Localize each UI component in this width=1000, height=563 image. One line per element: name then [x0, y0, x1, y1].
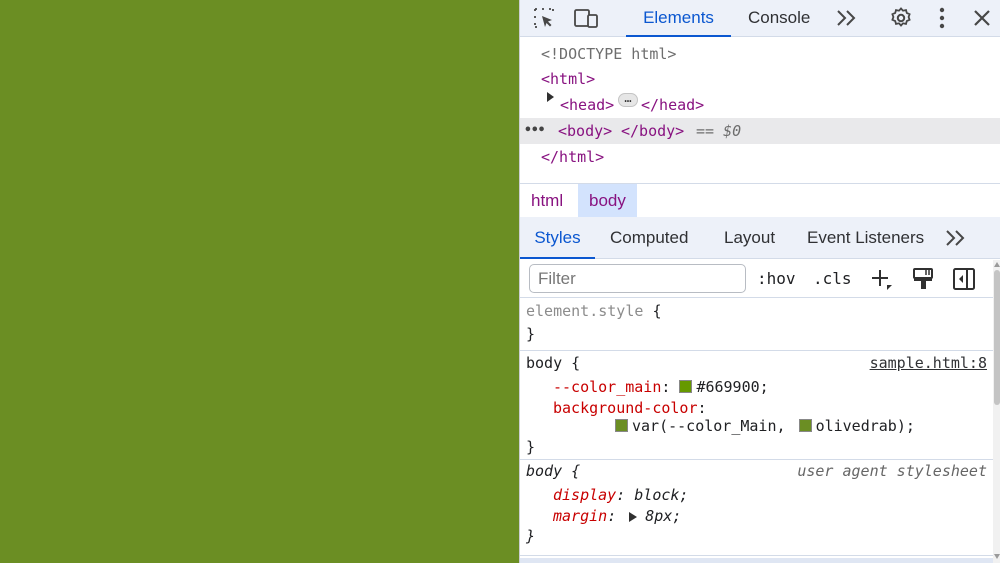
tab-styles[interactable]: Styles	[520, 217, 595, 259]
body-style-rule: body { sample.html:8 --color_main: #6699…	[520, 351, 993, 460]
more-panes-icon[interactable]	[941, 224, 969, 252]
page-viewport	[0, 0, 519, 563]
var-function-value[interactable]: var(--color_Main,	[632, 417, 786, 435]
tab-computed[interactable]: Computed	[610, 217, 688, 259]
rule-open-brace: {	[571, 462, 581, 480]
selected-node-ref: == $0	[696, 122, 742, 140]
property-value[interactable]: 8px;	[645, 507, 681, 525]
filter-input[interactable]	[529, 264, 746, 293]
element-style-selector[interactable]: element.style	[526, 302, 643, 320]
scrollbar-thumb[interactable]	[994, 270, 1000, 405]
breadcrumb-body[interactable]: body	[578, 184, 637, 217]
collapsed-ellipsis-button[interactable]: …	[618, 92, 638, 107]
dom-node-html[interactable]: <html>	[520, 66, 1000, 92]
cls-toggle-button[interactable]: .cls	[813, 264, 852, 294]
dom-node-body-selected[interactable]: ••• <body> </body> == $0	[520, 118, 1000, 144]
inspect-element-icon[interactable]	[530, 4, 558, 32]
tab-layout[interactable]: Layout	[724, 217, 775, 259]
html-close-tag: </html>	[541, 148, 605, 166]
color-swatch[interactable]	[679, 380, 693, 393]
html-open-tag: <html>	[541, 70, 596, 88]
expand-triangle-icon[interactable]	[547, 92, 554, 102]
expand-shorthand-icon[interactable]	[629, 511, 638, 522]
kebab-menu-icon[interactable]	[928, 4, 956, 32]
ua-body-selector[interactable]: body	[526, 462, 562, 480]
tab-event-listeners[interactable]: Event Listeners	[807, 217, 924, 259]
property-name[interactable]: margin	[553, 507, 607, 525]
scroll-down-arrow-icon[interactable]	[994, 554, 1000, 559]
body-close-tag: </body>	[621, 122, 685, 140]
color-swatch[interactable]	[798, 419, 812, 432]
rule-close-brace: }	[526, 527, 536, 545]
stylesheet-source-link[interactable]: sample.html:8	[870, 353, 987, 373]
scroll-up-arrow-icon[interactable]	[994, 262, 1000, 267]
toggle-sidebar-icon[interactable]	[950, 265, 978, 293]
element-style-rule: element.style { }	[520, 298, 993, 351]
declaration-color-main[interactable]: --color_main: #669900;	[553, 377, 769, 397]
pane-bottom-edge	[520, 558, 993, 563]
more-tabs-icon[interactable]	[832, 4, 860, 32]
rule-open-brace: {	[652, 302, 662, 320]
rule-close-brace: }	[526, 325, 536, 343]
styles-filter-bar: :hov .cls	[520, 260, 993, 298]
color-swatch[interactable]	[615, 419, 628, 432]
styles-pane-tabs: Styles Computed Layout Event Listeners	[520, 217, 1000, 259]
dom-node-html-close[interactable]: </html>	[520, 144, 1000, 170]
property-value[interactable]: #669900	[696, 378, 759, 396]
dom-tree: <!DOCTYPE html> <html> <head> … </head> …	[520, 37, 1000, 182]
node-actions-dots-icon[interactable]: •••	[524, 118, 546, 144]
devtools-panel: Elements Console <!DOCTYPE html> <html> …	[519, 0, 1000, 563]
breadcrumb: html body	[520, 183, 1000, 217]
device-toolbar-icon[interactable]	[572, 4, 600, 32]
head-close-tag: </head>	[641, 96, 705, 114]
user-agent-stylesheet-label: user agent stylesheet	[797, 462, 987, 480]
background-color-value[interactable]: var(--color_Main, olivedrab);	[615, 416, 915, 436]
styles-scrollbar[interactable]	[993, 260, 1000, 563]
close-icon[interactable]	[968, 4, 996, 32]
paint-brush-icon[interactable]	[909, 265, 937, 293]
dom-node-head[interactable]: <head> … </head>	[520, 92, 1000, 118]
property-name[interactable]: background-color	[553, 399, 698, 417]
property-value[interactable]: block;	[634, 486, 688, 504]
property-name[interactable]: display	[553, 486, 616, 504]
tab-console[interactable]: Console	[748, 0, 810, 37]
new-style-rule-icon[interactable]	[867, 265, 895, 293]
hov-toggle-button[interactable]: :hov	[757, 264, 796, 294]
property-name[interactable]: --color_main	[553, 378, 661, 396]
body-selector[interactable]: body	[526, 354, 562, 372]
dom-node-doctype[interactable]: <!DOCTYPE html>	[520, 41, 1000, 67]
doctype-text: <!DOCTYPE html>	[541, 45, 677, 63]
tab-elements[interactable]: Elements	[626, 0, 731, 37]
styles-rules-list: element.style { } body { sample.html:8 -…	[520, 298, 993, 563]
fallback-value[interactable]: olivedrab);	[816, 417, 915, 435]
head-open-tag: <head>	[560, 96, 615, 114]
body-open-tag: <body>	[558, 122, 613, 140]
settings-gear-icon[interactable]	[887, 4, 915, 32]
breadcrumb-html[interactable]: html	[520, 184, 574, 217]
rule-close-brace: }	[526, 438, 536, 456]
rule-open-brace: {	[571, 354, 581, 372]
user-agent-style-rule: body { user agent stylesheet display: bl…	[520, 460, 993, 556]
devtools-toolbar: Elements Console	[520, 0, 1000, 37]
declaration-display[interactable]: display: block;	[553, 485, 688, 505]
declaration-background-color[interactable]: background-color:	[553, 398, 707, 418]
declaration-margin[interactable]: margin: 8px;	[553, 506, 681, 526]
